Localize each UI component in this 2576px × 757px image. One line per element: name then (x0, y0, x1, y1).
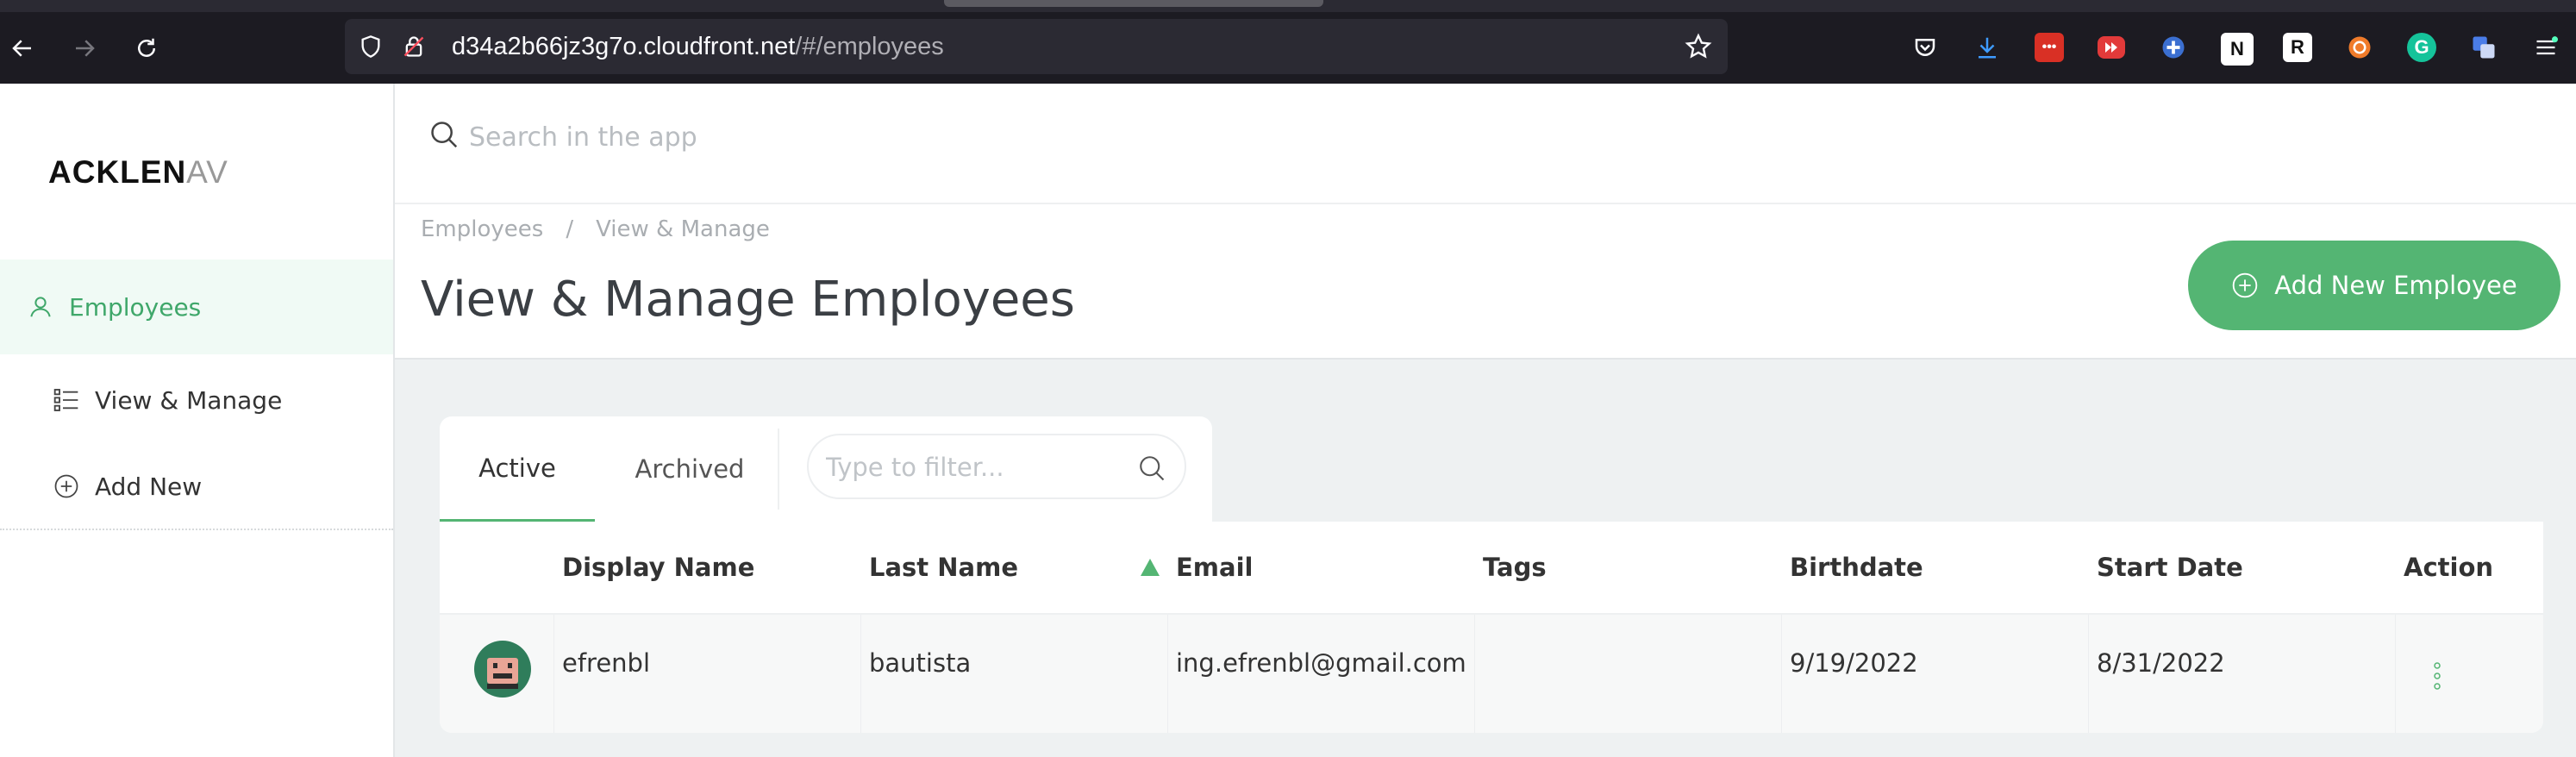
bookmark-star-icon[interactable] (1685, 33, 1712, 60)
download-icon[interactable] (1973, 33, 2002, 62)
column-divider (1474, 615, 1475, 733)
user-icon (26, 292, 55, 322)
sidebar-item-label: View & Manage (95, 385, 283, 415)
column-divider (2088, 615, 2089, 733)
column-header-action: Action (2404, 553, 2494, 582)
cell-email: ing.efrenbl@gmail.com (1176, 648, 1466, 678)
url-host: d34a2b66jz3g7o.cloudfront.net (452, 33, 796, 60)
translate-icon[interactable] (2469, 33, 2498, 62)
pocket-icon[interactable] (1910, 33, 1940, 62)
video-speed-icon[interactable] (2097, 33, 2126, 62)
url-text: d34a2b66jz3g7o.cloudfront.net/#/employee… (452, 19, 944, 74)
forward-button[interactable] (67, 31, 102, 66)
tab-strip (0, 0, 2576, 12)
browser-tab[interactable] (944, 0, 1323, 7)
row-actions-kebab-icon[interactable] (2431, 661, 2443, 691)
column-divider (1167, 615, 1168, 733)
table-row[interactable]: efrenbl bautista ing.efrenbl@gmail.com 9… (440, 615, 2543, 733)
column-header-tags[interactable]: Tags (1483, 522, 1547, 613)
column-header-email[interactable]: Email (1176, 522, 1253, 613)
list-icon (52, 385, 81, 415)
cell-display-name: efrenbl (562, 648, 651, 678)
column-header-display-name[interactable]: Display Name (562, 522, 754, 613)
sidebar-item-employees[interactable]: Employees (0, 260, 393, 354)
menu-icon[interactable] (2531, 33, 2560, 62)
add-new-employee-label: Add New Employee (2274, 271, 2517, 300)
table-header: Display Name Last Name Email Tags Birthd… (440, 522, 2543, 615)
back-arrow-icon (12, 40, 31, 57)
column-header-start-date[interactable]: Start Date (2097, 522, 2243, 613)
browser-chrome: d34a2b66jz3g7o.cloudfront.net/#/employee… (0, 0, 2576, 84)
breadcrumb: Employees / View & Manage (421, 216, 770, 242)
breadcrumb-separator: / (566, 216, 574, 242)
employees-table: Display Name Last Name Email Tags Birthd… (440, 522, 2543, 733)
page-title: View & Manage Employees (421, 272, 1075, 328)
column-divider (2395, 615, 2396, 733)
add-new-employee-button[interactable]: Add New Employee (2188, 241, 2560, 330)
column-header-last-name[interactable]: Last Name (869, 522, 1018, 613)
tab-label: Active (478, 453, 556, 483)
column-divider (860, 615, 861, 733)
sidebar-item-label: Add New (95, 472, 203, 501)
top-bar (395, 84, 2576, 204)
sidebar-item-add-new[interactable]: Add New (0, 439, 393, 534)
tab-archived[interactable]: Archived (603, 416, 776, 522)
sidebar-divider (0, 529, 393, 530)
address-bar[interactable]: d34a2b66jz3g7o.cloudfront.net/#/employee… (345, 19, 1728, 74)
page-header: Employees / View & Manage View & Manage Em… (395, 204, 2576, 360)
r-extension-icon[interactable]: R (2283, 33, 2312, 62)
column-header-birthdate[interactable]: Birthdate (1790, 522, 1923, 613)
puzzle-extension-icon[interactable] (2159, 33, 2188, 62)
cell-last-name: bautista (869, 648, 972, 678)
orange-circle-extension-icon[interactable] (2345, 33, 2374, 62)
forward-arrow-icon (76, 40, 95, 57)
notion-icon[interactable]: N (2221, 33, 2254, 66)
search-icon (431, 122, 458, 148)
sidebar: ACKLENAV Employees View & Manage Add New (0, 84, 395, 757)
sort-ascending-icon[interactable] (1140, 558, 1160, 577)
column-divider (1781, 615, 1782, 733)
company-logo[interactable]: ACKLENAV (48, 154, 228, 191)
tab-label: Archived (635, 454, 745, 484)
cell-start-date: 8/31/2022 (2097, 648, 2225, 678)
sidebar-item-view-manage[interactable]: View & Manage (0, 353, 393, 447)
column-divider (553, 615, 554, 733)
tab-divider (778, 429, 779, 510)
filter-input[interactable] (824, 435, 1121, 499)
url-path: /#/employees (795, 33, 944, 60)
grammarly-icon[interactable]: G (2407, 33, 2436, 62)
shield-icon[interactable] (359, 34, 383, 59)
tabs-card: Active Archived (440, 416, 1212, 522)
tab-active[interactable]: Active (440, 416, 595, 522)
filter-box (807, 434, 1186, 499)
more-dots-extension-icon[interactable]: ••• (2035, 33, 2064, 62)
app-search-input[interactable] (467, 116, 2023, 158)
cell-birthdate: 9/19/2022 (1790, 648, 1918, 678)
breadcrumb-employees[interactable]: Employees (421, 216, 543, 242)
insecure-lock-icon[interactable] (402, 34, 426, 59)
plus-circle-icon (52, 472, 81, 501)
reload-icon (138, 38, 155, 57)
breadcrumb-view-manage: View & Manage (596, 216, 770, 242)
reload-button[interactable] (129, 31, 164, 66)
filter-search-icon[interactable] (1136, 453, 1167, 484)
plus-circle-icon (2231, 272, 2259, 299)
back-button[interactable] (5, 31, 40, 66)
sidebar-item-label: Employees (69, 292, 202, 322)
avatar (474, 641, 531, 698)
